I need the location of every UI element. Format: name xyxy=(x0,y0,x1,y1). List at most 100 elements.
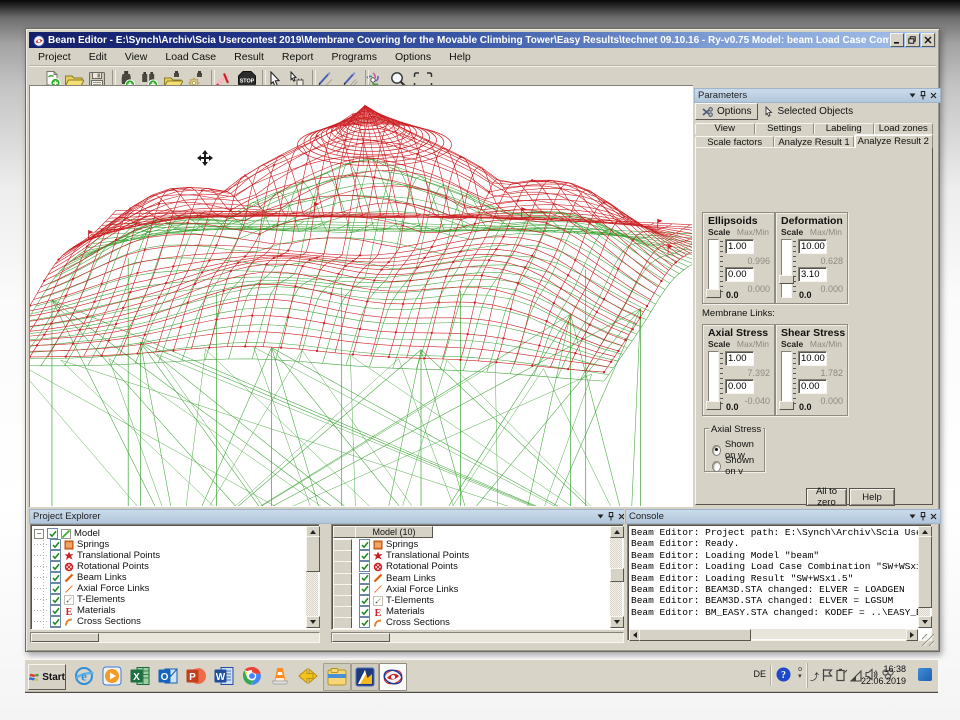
tab-analyze-result-2[interactable]: Analyze Result 2 xyxy=(854,134,933,148)
slider-thumb[interactable] xyxy=(706,401,721,410)
tab-view[interactable]: View xyxy=(695,123,755,134)
model-item-checkbox[interactable] xyxy=(359,539,370,550)
tree-checkbox[interactable] xyxy=(50,583,61,594)
model-item-checkbox[interactable] xyxy=(359,617,370,628)
taskbar-app-vlc[interactable] xyxy=(267,663,293,689)
model-item-cross-sections[interactable]: Cross Sections xyxy=(359,617,450,628)
tree-item-angles[interactable]: Angles xyxy=(34,627,106,628)
menu-item-project[interactable]: Project xyxy=(29,50,80,64)
menu-item-programs[interactable]: Programs xyxy=(322,50,386,64)
tree-item-beam-links[interactable]: Beam Links xyxy=(34,572,127,583)
show-desktop-icon[interactable] xyxy=(918,668,932,681)
model-list-vscrollbar[interactable] xyxy=(610,526,622,628)
tree-checkbox[interactable] xyxy=(50,594,61,605)
model-item-checkbox[interactable] xyxy=(359,606,370,617)
menu-item-options[interactable]: Options xyxy=(386,50,440,64)
taskbar-app-internet-explorer[interactable]: e xyxy=(71,663,97,689)
model-list-header[interactable]: Model (10) xyxy=(355,526,433,538)
pin-icon[interactable] xyxy=(608,512,614,521)
scale-input-top[interactable]: 1.00 xyxy=(725,239,754,254)
tree-checkbox[interactable] xyxy=(50,605,61,616)
scale-input-top[interactable]: 1.00 xyxy=(725,351,754,366)
list-row-header[interactable] xyxy=(333,617,352,628)
tree-item-springs[interactable]: Springs xyxy=(34,539,109,550)
taskbar-app-word[interactable]: W xyxy=(211,663,237,689)
console-vscrollbar[interactable] xyxy=(918,526,930,628)
tree-checkbox[interactable] xyxy=(50,572,61,583)
menu-item-report[interactable]: Report xyxy=(273,50,323,64)
menu-item-view[interactable]: View xyxy=(116,50,157,64)
tree-item-t-elements[interactable]: T-Elements xyxy=(34,594,125,605)
title-bar[interactable]: Beam Editor - E:\Synch\Archiv\Scia Userc… xyxy=(29,32,936,48)
window-resize-grip[interactable] xyxy=(922,634,934,646)
taskbar-app-media-player[interactable] xyxy=(99,663,125,689)
parameters-mode-options[interactable]: Options xyxy=(695,103,758,120)
model-viewport[interactable] xyxy=(29,85,695,509)
menu-item-help[interactable]: Help xyxy=(440,50,480,64)
panel-close-icon[interactable] xyxy=(930,513,937,520)
restore-button[interactable] xyxy=(905,33,919,47)
tree-checkbox[interactable] xyxy=(50,627,61,628)
tray-mini-icons[interactable]: o▾ xyxy=(798,666,802,680)
menu-item-edit[interactable]: Edit xyxy=(80,50,116,64)
model-item-springs[interactable]: Springs xyxy=(359,539,418,550)
tree-item-translational-points[interactable]: Translational Points xyxy=(34,550,160,561)
model-item-checkbox[interactable] xyxy=(359,584,370,595)
tab-load-zones[interactable]: Load zones xyxy=(874,123,934,134)
slider-thumb[interactable] xyxy=(706,289,721,298)
tree-item-model[interactable]: −Model xyxy=(34,528,100,539)
model-item-t-elements[interactable]: T-Elements xyxy=(359,595,434,606)
panel-close-icon[interactable] xyxy=(930,92,937,99)
tree-hscrollbar[interactable] xyxy=(30,632,320,643)
help-button[interactable]: Help xyxy=(849,488,895,506)
tray-clock[interactable]: 16:38 22.06.2019 xyxy=(861,663,906,687)
taskbar-app-powerpoint[interactable]: P xyxy=(183,663,209,689)
tree-item-materials[interactable]: EMaterials xyxy=(34,605,116,616)
project-explorer-titlebar[interactable]: Project Explorer xyxy=(29,509,629,524)
tree-item-rotational-points[interactable]: Rotational Points xyxy=(34,561,149,572)
tree-expander[interactable]: − xyxy=(34,529,44,539)
tree-checkbox[interactable] xyxy=(50,539,61,550)
taskbar-app-sync-tool[interactable] xyxy=(295,663,321,689)
slider-thumb[interactable] xyxy=(779,275,794,284)
parameters-mode-selected-objects[interactable]: Selected Objects xyxy=(758,104,859,119)
parameters-titlebar[interactable]: Parameters xyxy=(694,88,941,103)
panel-menu-icon[interactable] xyxy=(909,514,916,519)
help-tray-icon[interactable]: ? xyxy=(776,667,791,687)
slider-track[interactable] xyxy=(781,239,792,298)
panel-menu-icon[interactable] xyxy=(909,93,916,98)
model-item-rotational-points[interactable]: Rotational Points xyxy=(359,561,458,572)
model-item-checkbox[interactable] xyxy=(359,561,370,572)
action-center-icon[interactable] xyxy=(821,668,834,687)
tree-item-axial-force-links[interactable]: Axial Force Links xyxy=(34,583,149,594)
all-to-zero-button[interactable]: All to zero xyxy=(806,488,847,506)
model-item-checkbox[interactable] xyxy=(359,595,370,606)
scale-input-top[interactable]: 10.00 xyxy=(798,351,827,366)
tab-labeling[interactable]: Labeling xyxy=(814,123,874,134)
tree-checkbox[interactable] xyxy=(50,616,61,627)
tree-vscrollbar[interactable] xyxy=(306,526,318,628)
scale-input-bottom[interactable]: 3.10 xyxy=(798,267,827,282)
console-hscrollbar[interactable] xyxy=(629,629,918,639)
tab-settings[interactable]: Settings xyxy=(755,123,815,134)
model-item-axial-force-links[interactable]: Axial Force Links xyxy=(359,584,458,595)
model-item-checkbox[interactable] xyxy=(359,573,370,584)
model-item-beam-links[interactable]: Beam Links xyxy=(359,573,436,584)
radio-shown-on-v[interactable]: Shown on v xyxy=(712,455,764,477)
model-list-hscrollbar[interactable] xyxy=(331,632,624,643)
model-item-translational-points[interactable]: Translational Points xyxy=(359,550,469,561)
scale-input-bottom[interactable]: 0.00 xyxy=(725,379,754,394)
battery-icon[interactable] xyxy=(835,668,848,687)
tray-chevron-icon[interactable]: ⤴ xyxy=(810,670,819,683)
language-indicator[interactable]: DE xyxy=(753,669,766,679)
taskbar-app-chrome[interactable] xyxy=(239,663,265,689)
model-item-checkbox[interactable] xyxy=(359,550,370,561)
tree-checkbox[interactable] xyxy=(50,561,61,572)
scale-input-top[interactable]: 10.00 xyxy=(798,239,827,254)
model-item-materials[interactable]: EMaterials xyxy=(359,606,425,617)
pin-icon[interactable] xyxy=(920,512,926,521)
taskbar-app-file-manager[interactable] xyxy=(323,663,351,691)
tree-checkbox[interactable] xyxy=(50,550,61,561)
taskbar-app-excel[interactable]: X xyxy=(127,663,153,689)
pin-icon[interactable] xyxy=(920,91,926,100)
